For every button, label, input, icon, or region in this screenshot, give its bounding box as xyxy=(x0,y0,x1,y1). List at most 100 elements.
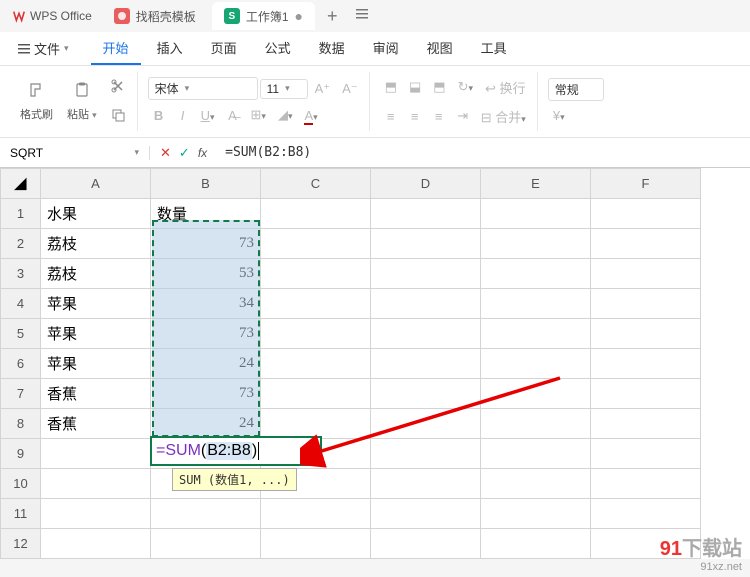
merge-button[interactable]: ⊟ 合并▾ xyxy=(476,104,531,129)
active-cell-editor[interactable]: =SUM(B2:B8) xyxy=(150,436,322,466)
cell[interactable] xyxy=(261,529,371,559)
col-header[interactable]: D xyxy=(371,169,481,199)
row-header[interactable]: 3 xyxy=(1,259,41,289)
cell[interactable] xyxy=(591,289,701,319)
cell[interactable] xyxy=(371,409,481,439)
cell[interactable]: 73 xyxy=(151,229,261,259)
col-header[interactable]: F xyxy=(591,169,701,199)
col-header[interactable]: E xyxy=(481,169,591,199)
cell[interactable] xyxy=(261,289,371,319)
cell[interactable] xyxy=(371,469,481,499)
bold-button[interactable]: B xyxy=(148,105,170,126)
cell[interactable] xyxy=(261,349,371,379)
cell[interactable] xyxy=(371,529,481,559)
italic-button[interactable]: I xyxy=(172,105,194,126)
cell[interactable] xyxy=(481,259,591,289)
cell[interactable] xyxy=(481,199,591,229)
cell[interactable] xyxy=(41,469,151,499)
cell[interactable] xyxy=(591,379,701,409)
select-all-corner[interactable]: ◢ xyxy=(1,169,41,199)
cell[interactable]: 73 xyxy=(151,379,261,409)
cancel-formula-button[interactable]: ✕ xyxy=(160,145,171,161)
confirm-formula-button[interactable]: ✓ xyxy=(179,145,190,161)
menu-view[interactable]: 视图 xyxy=(415,32,465,65)
cell[interactable] xyxy=(261,499,371,529)
cell[interactable] xyxy=(591,439,701,469)
menu-tools[interactable]: 工具 xyxy=(469,32,519,65)
cell[interactable]: 苹果 xyxy=(41,289,151,319)
cell[interactable] xyxy=(261,199,371,229)
align-middle-button[interactable]: ⬓ xyxy=(404,76,426,98)
cell[interactable] xyxy=(591,349,701,379)
cell[interactable]: 34 xyxy=(151,289,261,319)
cell[interactable] xyxy=(151,529,261,559)
cell[interactable] xyxy=(371,199,481,229)
cell[interactable] xyxy=(151,499,261,529)
number-format-select[interactable]: 常规 xyxy=(548,78,604,101)
row-header[interactable]: 5 xyxy=(1,319,41,349)
cell[interactable] xyxy=(481,439,591,469)
tab-workbook[interactable]: S 工作簿1 ● xyxy=(212,2,315,30)
copy-button[interactable] xyxy=(105,104,131,129)
menu-insert[interactable]: 插入 xyxy=(145,32,195,65)
increase-font-button[interactable]: A⁺ xyxy=(310,78,336,100)
cell[interactable]: 苹果 xyxy=(41,319,151,349)
align-left-button[interactable]: ≡ xyxy=(380,106,402,127)
row-header[interactable]: 2 xyxy=(1,229,41,259)
menu-review[interactable]: 审阅 xyxy=(361,32,411,65)
col-header[interactable]: A xyxy=(41,169,151,199)
cell[interactable] xyxy=(261,379,371,409)
cell[interactable] xyxy=(591,499,701,529)
row-header[interactable]: 7 xyxy=(1,379,41,409)
cell[interactable] xyxy=(261,229,371,259)
cell[interactable] xyxy=(591,469,701,499)
strike-button[interactable]: A̶ xyxy=(222,105,244,126)
align-right-button[interactable]: ≡ xyxy=(428,106,450,127)
menu-formula[interactable]: 公式 xyxy=(253,32,303,65)
row-header[interactable]: 10 xyxy=(1,469,41,499)
cell[interactable] xyxy=(41,439,151,469)
cell[interactable] xyxy=(481,349,591,379)
cell[interactable] xyxy=(371,259,481,289)
font-name-select[interactable]: 宋体▾ xyxy=(148,77,258,100)
cell[interactable]: 香蕉 xyxy=(41,379,151,409)
cell[interactable]: 香蕉 xyxy=(41,409,151,439)
row-header[interactable]: 1 xyxy=(1,199,41,229)
cell[interactable]: 数量 xyxy=(151,199,261,229)
add-tab-button[interactable]: + xyxy=(317,6,348,27)
row-header[interactable]: 12 xyxy=(1,529,41,559)
cell[interactable] xyxy=(481,229,591,259)
cell[interactable]: 荔枝 xyxy=(41,259,151,289)
cell[interactable]: 73 xyxy=(151,319,261,349)
underline-button[interactable]: U▾ xyxy=(196,105,220,126)
cell[interactable] xyxy=(481,529,591,559)
formula-input[interactable]: =SUM(B2:B8) xyxy=(217,145,750,160)
row-header[interactable]: 11 xyxy=(1,499,41,529)
cell[interactable] xyxy=(591,199,701,229)
paste-button[interactable]: 粘贴 ▾ xyxy=(61,79,103,124)
menu-home[interactable]: 开始 xyxy=(91,32,141,65)
cut-button[interactable] xyxy=(105,75,131,100)
cell[interactable] xyxy=(481,469,591,499)
currency-button[interactable]: ¥▾ xyxy=(548,105,570,126)
cell[interactable] xyxy=(371,349,481,379)
fill-color-button[interactable]: ◢▾ xyxy=(273,104,298,126)
cell[interactable] xyxy=(371,229,481,259)
cell[interactable] xyxy=(261,259,371,289)
border-button[interactable]: ⊞▾ xyxy=(246,104,271,126)
col-header[interactable]: B xyxy=(151,169,261,199)
row-header[interactable]: 6 xyxy=(1,349,41,379)
align-bottom-button[interactable]: ⬒ xyxy=(428,76,450,98)
cell[interactable] xyxy=(481,499,591,529)
format-painter-button[interactable]: 格式刷 xyxy=(14,79,59,124)
align-center-button[interactable]: ≡ xyxy=(404,106,426,127)
row-header[interactable]: 8 xyxy=(1,409,41,439)
cell[interactable] xyxy=(481,289,591,319)
name-box[interactable]: SQRT ▾ xyxy=(0,146,150,160)
cell[interactable] xyxy=(41,529,151,559)
cell[interactable]: 53 xyxy=(151,259,261,289)
cell[interactable] xyxy=(591,319,701,349)
file-menu-button[interactable]: 文件 ▾ xyxy=(8,35,79,62)
row-header[interactable]: 4 xyxy=(1,289,41,319)
font-size-select[interactable]: 11▾ xyxy=(260,79,308,99)
